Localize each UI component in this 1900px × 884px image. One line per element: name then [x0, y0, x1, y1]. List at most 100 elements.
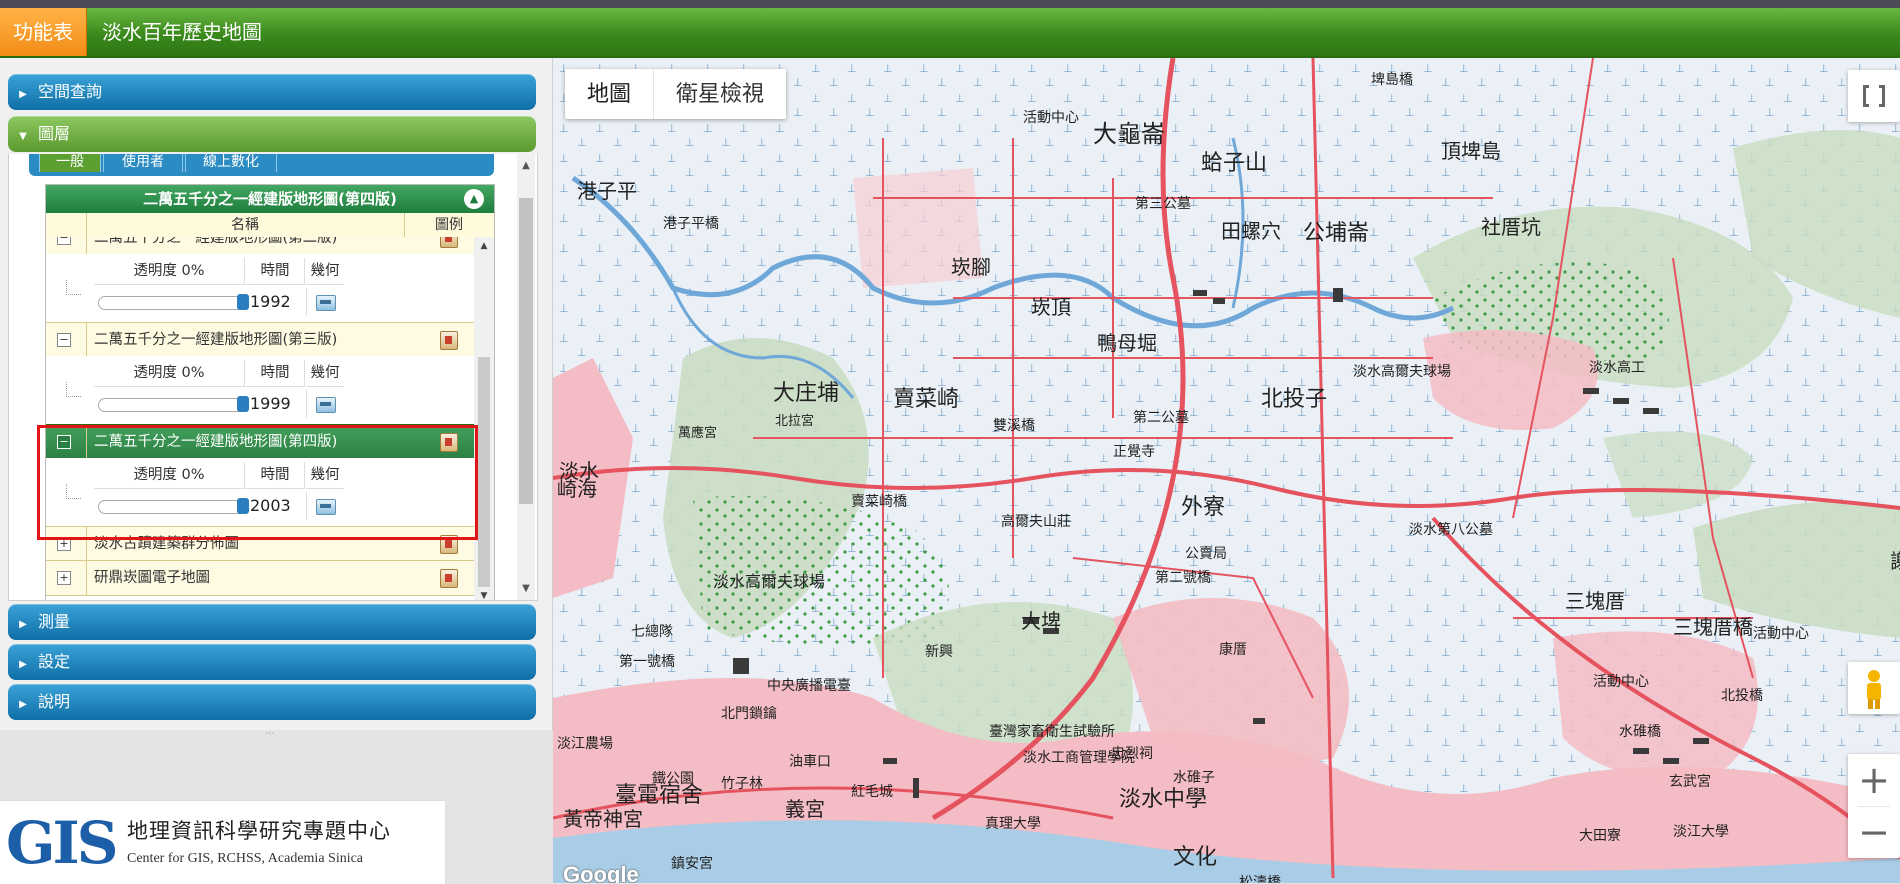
- gis-center-logo: GIS 地理資訊科學研究專題中心 Center for GIS, RCHSS, …: [0, 800, 446, 884]
- map-place-label: 黃帝神宮: [563, 807, 643, 831]
- collapse-toggle-icon[interactable]: −: [57, 237, 71, 245]
- map-place-label: 三塊厝: [1565, 589, 1625, 613]
- geometry-icon[interactable]: [316, 295, 336, 311]
- tab-online-digitize[interactable]: 線上數化: [185, 154, 277, 172]
- caret-right-icon: ▶: [19, 699, 27, 710]
- map-viewport[interactable]: ⊥ ⊥: [553, 58, 1900, 883]
- tab-general[interactable]: 一般: [39, 154, 101, 172]
- map-place-label: 水碓橋: [1619, 724, 1661, 740]
- scroll-thumb[interactable]: [519, 198, 533, 504]
- header-toggle-col: [46, 213, 87, 237]
- scroll-up-icon[interactable]: ▲: [517, 160, 535, 171]
- map-place-label: 淡水高工: [1589, 359, 1645, 376]
- map-place-label: 竹子林: [721, 776, 763, 792]
- caret-right-icon: ▶: [19, 89, 27, 100]
- map-place-label: 淡江大學: [1673, 824, 1729, 840]
- map-type-map-button[interactable]: 地圖: [565, 69, 655, 119]
- map-type-satellite-button[interactable]: 衛星檢視: [654, 69, 786, 119]
- highlight-box: [37, 425, 478, 540]
- tab-user[interactable]: 使用者: [103, 154, 183, 172]
- accordion-measure[interactable]: ▶ 測量: [8, 604, 536, 640]
- accordion-help-label: 說明: [38, 692, 71, 711]
- app-title: 淡水百年歷史地圖: [102, 20, 262, 44]
- accordion-settings[interactable]: ▶ 設定: [8, 644, 536, 680]
- map-place-label: 田螺穴: [1221, 219, 1281, 243]
- map-place-label: 正覺寺: [1113, 444, 1155, 460]
- map-place-label: 第一號橋: [619, 653, 675, 670]
- caret-right-icon: ▶: [19, 659, 27, 670]
- map-place-label: 頂埤島: [1441, 139, 1501, 163]
- map-place-label: 高爾夫山莊: [1001, 513, 1071, 530]
- accordion-help[interactable]: ▶ 說明: [8, 684, 536, 720]
- accordion-spatial-query-label: 空間查詢: [38, 82, 103, 101]
- map-place-label: 活動中心: [1023, 110, 1079, 126]
- layer-name: 二萬五千分之一經建版地形圖(第三版): [94, 332, 338, 348]
- map-place-label: 賣菜崎橋: [851, 494, 907, 510]
- map-type-control: 地圖 衛星檢視: [565, 69, 787, 119]
- map-place-label: 鴨母堀: [1097, 331, 1157, 355]
- pegman-icon[interactable]: [1848, 662, 1900, 714]
- scroll-down-icon[interactable]: ▼: [474, 591, 494, 600]
- collapse-up-icon[interactable]: ▲: [464, 189, 484, 209]
- accordion-settings-label: 設定: [38, 652, 71, 671]
- accordion-spatial-query[interactable]: ▶ 空間查詢: [8, 74, 536, 110]
- collapse-toggle-icon[interactable]: −: [57, 333, 71, 347]
- map-place-label: 淡水高爾夫球場: [1353, 363, 1451, 380]
- zoom-in-button[interactable]: +: [1848, 754, 1900, 806]
- left-panel: ▶ 空間查詢 ▼ 圖層 一般 使用者 線上數化 二萬五千分之一經建版地形圖(第四版)…: [0, 58, 553, 730]
- resize-grip-icon[interactable]: ⋯: [262, 730, 278, 739]
- header-name: 名稱: [86, 213, 405, 237]
- map-place-label: 鐵公園: [652, 770, 694, 787]
- layers-panel-scrollbar[interactable]: ▲ ▼: [517, 154, 535, 600]
- time-label: 時間: [246, 258, 305, 285]
- map-place-label: 鎮安宮: [671, 856, 713, 872]
- topographic-map[interactable]: ⊥ ⊥: [553, 58, 1900, 883]
- map-place-label: 北投子: [1261, 387, 1327, 412]
- layer-row[interactable]: − 二萬五千分之一經建版地形圖(第三版): [46, 322, 474, 358]
- layer-list-scrollbar[interactable]: ▲ ▼: [474, 237, 494, 600]
- map-place-label: 第二公墓: [1133, 409, 1189, 426]
- year-value: 1992: [246, 288, 307, 316]
- map-place-label: 萬應宮: [678, 425, 717, 441]
- scroll-up-icon[interactable]: ▲: [474, 241, 494, 251]
- expand-toggle-icon[interactable]: +: [57, 571, 71, 585]
- header-legend: 圖例: [435, 217, 463, 233]
- logo-chinese-name: 地理資訊科學研究專題中心: [127, 819, 391, 843]
- tree-line: [66, 280, 81, 295]
- opacity-label: 透明度 0%: [94, 360, 245, 387]
- zoom-out-button[interactable]: −: [1848, 806, 1900, 858]
- menu-button[interactable]: 功能表: [0, 8, 87, 56]
- map-place-label: 松濤橋: [1239, 875, 1281, 883]
- legend-icon[interactable]: [440, 569, 458, 588]
- legend-icon[interactable]: [440, 331, 458, 350]
- layer-row[interactable]: + 研鼎崁圖電子地圖: [46, 560, 474, 596]
- map-place-label: 大埤: [1021, 609, 1061, 633]
- accordion-layers[interactable]: ▼ 圖層: [8, 116, 536, 152]
- map-place-label: 公埔崙: [1303, 221, 1369, 246]
- map-place-label: 公賣局: [1185, 546, 1227, 562]
- map-place-label: 第三公墓: [1135, 195, 1191, 212]
- legend-icon[interactable]: [440, 237, 458, 248]
- time-label: 時間: [246, 360, 305, 387]
- accordion-layers-label: 圖層: [38, 124, 71, 143]
- layer-group-title-text: 二萬五千分之一經建版地形圖(第四版): [143, 190, 397, 208]
- scroll-down-icon[interactable]: ▼: [517, 583, 535, 594]
- opacity-slider[interactable]: [98, 396, 249, 412]
- scroll-thumb[interactable]: [478, 357, 490, 587]
- window-top-strip: [0, 0, 1900, 8]
- map-place-label: 新興: [925, 644, 953, 660]
- opacity-slider[interactable]: [98, 294, 249, 310]
- zoom-control: + −: [1848, 754, 1900, 858]
- fullscreen-icon[interactable]: [1848, 70, 1900, 122]
- map-place-label: 淡水: [559, 459, 599, 483]
- caret-right-icon: ▶: [19, 619, 27, 630]
- tree-line: [66, 382, 81, 397]
- map-place-label: 北門鎖鑰: [721, 706, 777, 722]
- layer-controls: 透明度 0% 時間 1992 幾何: [46, 254, 474, 322]
- accordion-measure-label: 測量: [38, 612, 71, 631]
- layer-rows: − 二萬五千分之一經建版地形圖(第二版) 透明度 0% 時間 1992 幾何 −…: [46, 237, 494, 600]
- geometry-icon[interactable]: [316, 397, 336, 413]
- map-place-label: 臺灣家畜衛生試驗所: [989, 723, 1115, 740]
- map-place-label: 中央廣播電臺: [767, 677, 851, 694]
- layer-group-title: 二萬五千分之一經建版地形圖(第四版) ▲: [46, 185, 494, 213]
